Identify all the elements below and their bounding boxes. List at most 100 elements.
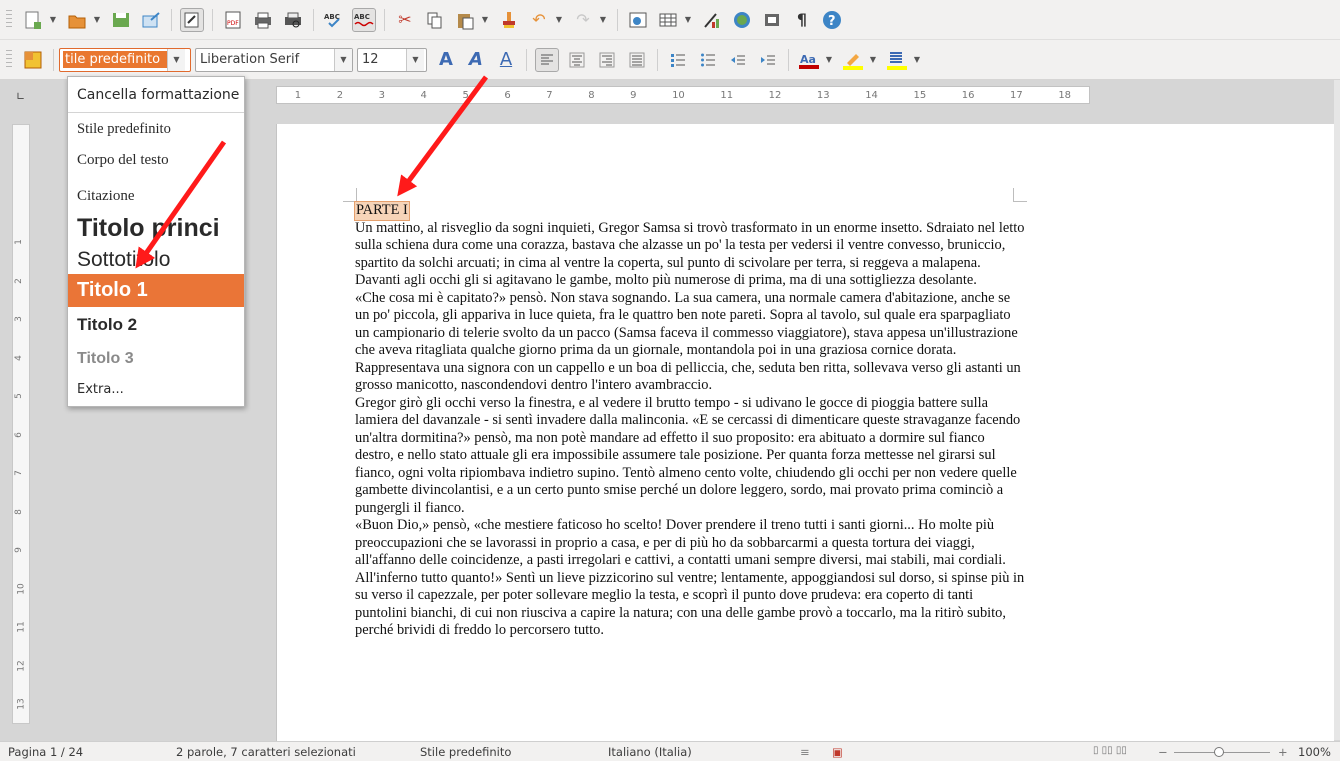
- chevron-down-icon[interactable]: ▼: [92, 15, 102, 24]
- font-size-value[interactable]: 12: [358, 52, 406, 67]
- body-paragraph[interactable]: «Buon Dio,» pensò, «che mestiere faticos…: [355, 517, 1025, 640]
- menu-item-quotation[interactable]: Citazione: [68, 181, 244, 211]
- zoom-out-icon[interactable]: −: [1158, 745, 1168, 759]
- horizontal-ruler[interactable]: 1 2 3 4 5 6 7 8 9 10 11 12 13 14 15 16 17 18: [276, 86, 1090, 104]
- language-indicator[interactable]: Italiano (Italia): [608, 745, 692, 759]
- help-icon[interactable]: ?: [820, 8, 844, 32]
- edit-mode-icon[interactable]: [180, 7, 204, 32]
- chevron-down-icon[interactable]: ▼: [598, 15, 608, 24]
- font-color-icon[interactable]: Aa: [797, 48, 821, 72]
- table-icon[interactable]: [656, 8, 680, 32]
- vertical-ruler[interactable]: 1 2 3 4 5 6 7 8 9 10 11 12 13: [12, 124, 30, 724]
- toolbar-grip[interactable]: [6, 9, 12, 30]
- save-icon[interactable]: [109, 8, 133, 32]
- chevron-down-icon[interactable]: ▼: [824, 55, 834, 64]
- menu-item-subtitle[interactable]: Sottotitolo: [68, 245, 244, 275]
- font-name-combo[interactable]: Liberation Serif ▼: [195, 47, 353, 72]
- paragraph-style-combo[interactable]: tile predefinito ▼: [59, 47, 191, 72]
- formatting-marks-icon[interactable]: ¶: [790, 8, 814, 32]
- selection-mode-icon[interactable]: ≡: [800, 745, 810, 759]
- autospellcheck-icon[interactable]: ABC: [352, 7, 376, 32]
- data-sources-icon[interactable]: [760, 8, 784, 32]
- view-layout-icon[interactable]: ▯ ▯▯ ▯▯: [1093, 745, 1127, 756]
- chevron-down-icon[interactable]: ▼: [912, 55, 922, 64]
- ruler-label: 14: [865, 89, 878, 101]
- numbering-icon[interactable]: [666, 48, 690, 72]
- chevron-down-icon[interactable]: ▼: [167, 48, 185, 71]
- menu-item-heading-3[interactable]: Titolo 3: [68, 345, 244, 373]
- ruler-label: 12: [768, 89, 782, 101]
- print-icon[interactable]: [251, 8, 275, 32]
- body-paragraph[interactable]: «Che cosa mi è capitato?» pensò. Non sta…: [355, 290, 1025, 395]
- chevron-down-icon[interactable]: ▼: [406, 48, 424, 71]
- background-color-icon[interactable]: [885, 48, 909, 72]
- undo-icon[interactable]: ↶: [527, 8, 551, 32]
- vruler-label: 10: [16, 582, 27, 595]
- menu-item-text-body[interactable]: Corpo del testo: [68, 145, 244, 175]
- zoom-level[interactable]: 100%: [1298, 745, 1331, 759]
- zoom-slider-handle[interactable]: [1214, 747, 1224, 757]
- export-icon[interactable]: [139, 8, 163, 32]
- increase-indent-icon[interactable]: [756, 48, 780, 72]
- paste-icon[interactable]: [453, 8, 477, 32]
- new-document-icon[interactable]: [21, 8, 45, 32]
- bold-icon[interactable]: A: [434, 48, 458, 72]
- body-paragraph[interactable]: Gregor girò gli occhi verso la finestra,…: [355, 395, 1025, 518]
- copy-icon[interactable]: [423, 8, 447, 32]
- document-text[interactable]: PARTE I Un mattino, al risveglio da sogn…: [354, 201, 1025, 640]
- ruler-label: 9: [630, 89, 637, 101]
- gallery-icon[interactable]: [730, 8, 754, 32]
- menu-item-title[interactable]: Titolo princi: [68, 211, 244, 245]
- document-page[interactable]: PARTE I Un mattino, al risveglio da sogn…: [276, 124, 1334, 741]
- zoom-in-icon[interactable]: +: [1278, 745, 1288, 759]
- font-size-combo[interactable]: 12 ▼: [357, 47, 427, 72]
- export-pdf-icon[interactable]: PDF: [221, 8, 245, 32]
- toolbar-separator: [657, 48, 658, 71]
- vruler-label: 6: [13, 431, 24, 438]
- tab-stop-selector[interactable]: ∟: [16, 90, 25, 103]
- align-center-icon[interactable]: [565, 48, 589, 72]
- chevron-down-icon[interactable]: ▼: [480, 15, 490, 24]
- open-folder-icon[interactable]: [65, 8, 89, 32]
- navigator-icon[interactable]: [626, 8, 650, 32]
- menu-item-clear-formatting[interactable]: Cancella formattazione: [68, 77, 244, 113]
- selected-heading-text[interactable]: PARTE I: [354, 201, 410, 221]
- highlight-color-icon[interactable]: [841, 48, 865, 72]
- vertical-scrollbar[interactable]: [1334, 80, 1340, 740]
- decrease-indent-icon[interactable]: [726, 48, 750, 72]
- crop-mark: [1013, 188, 1027, 202]
- align-left-icon[interactable]: [535, 47, 559, 72]
- chevron-down-icon[interactable]: ▼: [334, 48, 352, 71]
- menu-item-default-style[interactable]: Stile predefinito: [68, 115, 244, 143]
- chart-icon[interactable]: [700, 8, 724, 32]
- toolbar-grip[interactable]: [6, 49, 12, 70]
- menu-item-heading-2[interactable]: Titolo 2: [68, 311, 244, 339]
- selection-count: 2 parole, 7 caratteri selezionati: [176, 745, 356, 759]
- print-preview-icon[interactable]: [281, 8, 305, 32]
- paragraph-style-value[interactable]: tile predefinito: [63, 51, 167, 68]
- align-right-icon[interactable]: [595, 48, 619, 72]
- bullets-icon[interactable]: [696, 48, 720, 72]
- redo-icon[interactable]: ↷: [571, 8, 595, 32]
- chevron-down-icon[interactable]: ▼: [683, 15, 693, 24]
- svg-text:PDF: PDF: [227, 20, 239, 27]
- page-indicator[interactable]: Pagina 1 / 24: [8, 745, 83, 759]
- styles-formatting-icon[interactable]: [21, 48, 45, 72]
- spellcheck-icon[interactable]: ABC: [322, 8, 346, 32]
- justify-icon[interactable]: [625, 48, 649, 72]
- body-paragraph[interactable]: Un mattino, al risveglio da sogni inquie…: [355, 220, 1025, 290]
- page-style-indicator[interactable]: Stile predefinito: [420, 745, 511, 759]
- clone-format-icon[interactable]: [497, 8, 521, 32]
- chevron-down-icon[interactable]: ▼: [48, 15, 58, 24]
- ruler-label: 15: [913, 89, 927, 101]
- underline-icon[interactable]: A: [494, 48, 518, 72]
- menu-item-heading-1[interactable]: Titolo 1: [68, 274, 244, 307]
- font-name-value[interactable]: Liberation Serif: [196, 52, 334, 67]
- cut-icon[interactable]: ✂: [393, 8, 417, 32]
- ruler-label: 3: [378, 89, 385, 101]
- chevron-down-icon[interactable]: ▼: [868, 55, 878, 64]
- italic-icon[interactable]: A: [464, 48, 488, 72]
- heading-paragraph[interactable]: PARTE I: [354, 201, 1025, 221]
- menu-item-more-styles[interactable]: Extra...: [68, 377, 244, 403]
- chevron-down-icon[interactable]: ▼: [554, 15, 564, 24]
